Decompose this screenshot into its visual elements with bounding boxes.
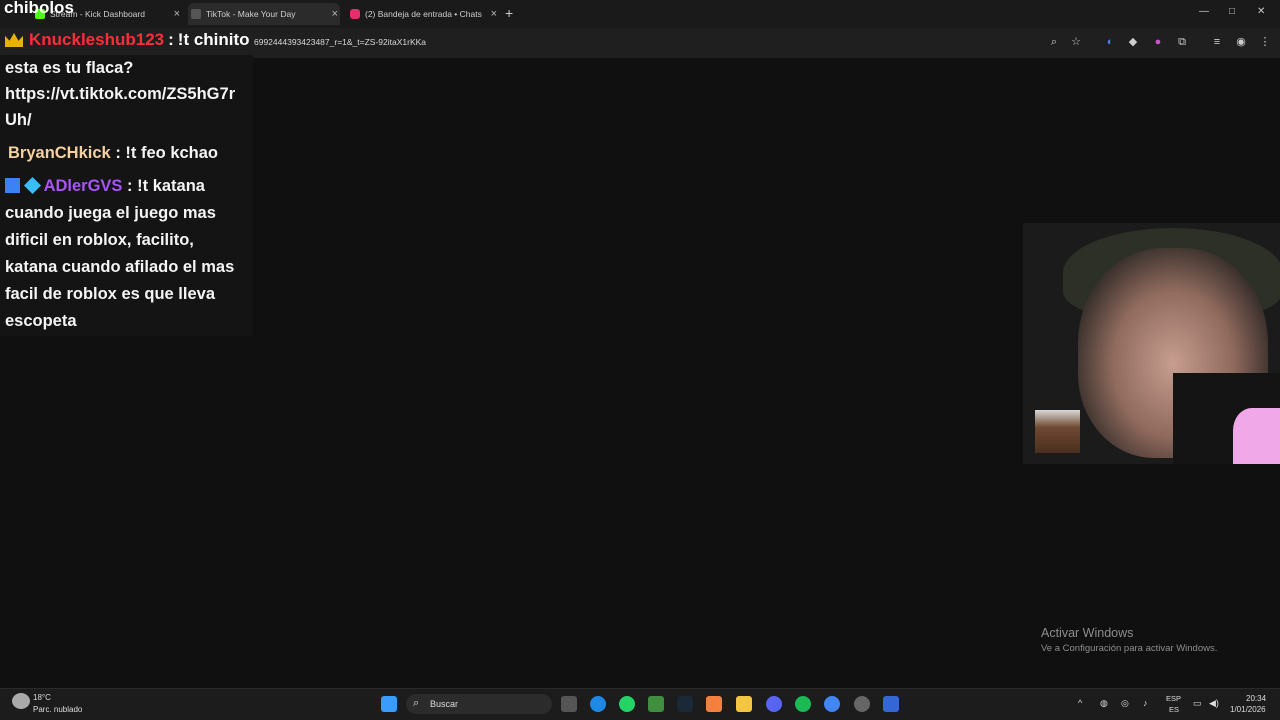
avatar[interactable]: ◉ bbox=[1234, 35, 1248, 49]
weather-desc[interactable]: Parc. nublado bbox=[33, 705, 82, 714]
tab-label: TikTok - Make Your Day bbox=[206, 9, 296, 19]
obs-icon[interactable] bbox=[854, 696, 870, 712]
chat-line: escopeta bbox=[5, 312, 77, 330]
discord-icon[interactable] bbox=[766, 696, 782, 712]
clock-date[interactable]: 1/01/2026 bbox=[1230, 705, 1266, 714]
tab-tiktok[interactable]: TikTok - Make Your Day × bbox=[188, 3, 340, 25]
chat-line: https://vt.tiktok.com/ZS5hG7r bbox=[5, 85, 236, 103]
thumbnail-image bbox=[1035, 410, 1080, 453]
crown-icon bbox=[5, 33, 23, 47]
chat-line: dificil en roblox, facilito, bbox=[5, 231, 194, 249]
network-icon[interactable]: ▭ bbox=[1193, 698, 1202, 709]
app-icon[interactable] bbox=[706, 696, 722, 712]
app-icon[interactable] bbox=[883, 696, 899, 712]
webcam-pink-object bbox=[1233, 408, 1280, 464]
chrome-icon[interactable] bbox=[824, 696, 840, 712]
extension-icon[interactable]: ◖ bbox=[1102, 35, 1116, 49]
tray-icon[interactable]: ◍ bbox=[1100, 698, 1108, 709]
steam-icon[interactable] bbox=[677, 696, 693, 712]
media-icon[interactable]: ≡ bbox=[1210, 35, 1224, 49]
chat-line: katana cuando afilado el mas bbox=[5, 258, 235, 276]
chat-colon: : bbox=[115, 144, 121, 162]
instagram-icon bbox=[350, 9, 360, 19]
activate-windows-subtitle: Ve a Configuración para activar Windows. bbox=[1041, 643, 1218, 654]
chat-colon: : bbox=[168, 30, 174, 49]
weather-temp[interactable]: 18°C bbox=[33, 693, 51, 702]
search-input[interactable] bbox=[406, 694, 552, 714]
overlay-title: chibolos bbox=[4, 0, 74, 17]
chat-line: cuando juega el juego mas bbox=[5, 204, 216, 222]
language-indicator[interactable]: ESP bbox=[1166, 694, 1181, 703]
activate-windows-title: Activar Windows bbox=[1041, 626, 1134, 640]
chat-text: !t katana bbox=[137, 177, 205, 195]
gem-icon bbox=[23, 177, 41, 194]
minimize-button[interactable]: — bbox=[1199, 6, 1209, 17]
badge-icon bbox=[5, 178, 20, 193]
volume-icon[interactable]: ◀) bbox=[1209, 698, 1219, 709]
chat-line: Uh/ bbox=[5, 111, 32, 129]
chat-username: Knuckleshub123 bbox=[29, 30, 165, 49]
extension-icon[interactable]: ● bbox=[1151, 35, 1165, 49]
chat-line: esta es tu flaca? bbox=[5, 59, 134, 77]
chat-message: ADlerGVS : !t katana bbox=[5, 173, 205, 200]
weather-icon[interactable] bbox=[12, 693, 30, 709]
zoom-icon[interactable]: ⌕ bbox=[1047, 35, 1061, 49]
tray-icon[interactable]: ◎ bbox=[1121, 698, 1129, 709]
puzzle-icon[interactable]: ⧉ bbox=[1175, 35, 1189, 49]
close-icon[interactable]: × bbox=[332, 8, 338, 20]
search-icon: ⌕ bbox=[413, 697, 420, 709]
task-view-icon[interactable] bbox=[561, 696, 577, 712]
close-window-button[interactable]: ✕ bbox=[1257, 6, 1265, 17]
spotify-icon[interactable] bbox=[795, 696, 811, 712]
maximize-button[interactable]: □ bbox=[1229, 6, 1235, 17]
chat-text: !t feo kchao bbox=[125, 144, 219, 162]
overlay-top-message: Knuckleshub123 : !t chinito bbox=[0, 28, 250, 52]
tab-label: (2) Bandeja de entrada • Chats bbox=[365, 9, 482, 19]
chevron-up-icon[interactable]: ^ bbox=[1078, 698, 1082, 708]
chat-line: facil de roblox es que lleva bbox=[5, 285, 215, 303]
taskbar bbox=[0, 688, 1280, 720]
folder-icon[interactable] bbox=[736, 696, 752, 712]
minecraft-icon[interactable] bbox=[648, 696, 664, 712]
close-icon[interactable]: × bbox=[174, 8, 180, 20]
extension-icon[interactable]: ◆ bbox=[1126, 35, 1140, 49]
chat-overlay: esta es tu flaca? https://vt.tiktok.com/… bbox=[0, 55, 253, 336]
search-placeholder: Buscar bbox=[430, 699, 459, 709]
chat-username: ADlerGVS bbox=[43, 177, 123, 195]
chat-message: BryanCHkick : !t feo kchao bbox=[8, 140, 218, 167]
language-indicator-sub[interactable]: ES bbox=[1169, 705, 1179, 714]
start-icon[interactable] bbox=[381, 696, 397, 712]
chat-username: BryanCHkick bbox=[8, 144, 111, 162]
star-icon[interactable]: ☆ bbox=[1069, 35, 1083, 49]
tab-instagram[interactable]: (2) Bandeja de entrada • Chats × bbox=[347, 3, 499, 25]
mic-icon[interactable]: ♪ bbox=[1143, 698, 1148, 708]
clock-time[interactable]: 20:34 bbox=[1246, 694, 1266, 703]
whatsapp-icon[interactable] bbox=[619, 696, 635, 712]
new-tab-button[interactable]: + bbox=[505, 5, 513, 21]
tiktok-icon bbox=[191, 9, 201, 19]
chat-colon: : bbox=[127, 177, 133, 195]
edge-icon[interactable] bbox=[590, 696, 606, 712]
chat-text: !t chinito bbox=[177, 30, 250, 49]
url-text[interactable]: 6992444393423487_r=1&_t=ZS-92itaX1rKKa bbox=[254, 37, 426, 47]
menu-icon[interactable]: ⋮ bbox=[1258, 35, 1272, 49]
tab-strip: Stream - Kick Dashboard × TikTok - Make … bbox=[0, 0, 1280, 28]
close-icon[interactable]: × bbox=[491, 8, 497, 20]
